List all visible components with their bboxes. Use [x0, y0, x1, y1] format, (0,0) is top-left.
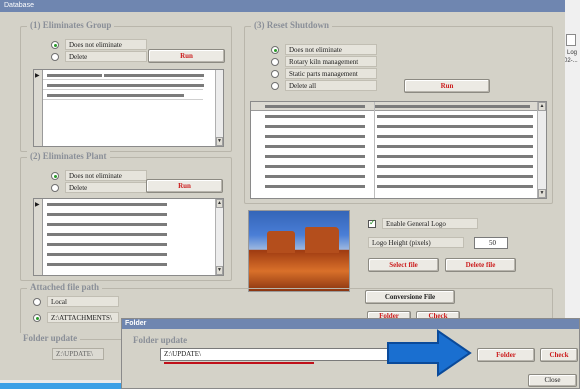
arrow-right-icon — [387, 329, 472, 377]
option-label: Local — [47, 296, 119, 307]
redacted-row — [104, 74, 204, 77]
group1-scrollbar[interactable]: ▼ — [215, 70, 223, 146]
logo-height-label: Logo Height (pixels) — [368, 237, 464, 248]
option-label: Rotary kiln management — [285, 56, 377, 67]
radio-icon[interactable] — [271, 81, 279, 90]
row-pointer-icon: ▶ — [35, 202, 40, 208]
desktop-label-line2: 02-... — [564, 58, 578, 64]
window-title: Database — [4, 2, 34, 9]
radio-icon[interactable] — [271, 69, 279, 78]
checkbox-icon[interactable] — [368, 218, 376, 228]
radio-icon[interactable] — [271, 57, 279, 66]
attached-option-path[interactable]: Z:\ATTACHMENTS\ — [33, 312, 119, 323]
group3-scrollbar[interactable]: ▲ ▼ — [537, 102, 546, 198]
option-label: Static parts management — [285, 68, 377, 79]
folder-dialog-path-input[interactable]: Z:\UPDATE\ — [160, 348, 396, 361]
grid-row-header — [34, 199, 43, 275]
redacted-row — [47, 84, 204, 87]
folder-dialog: Folder Folder update Z:\UPDATE\ Folder C… — [121, 318, 580, 389]
redacted-row — [265, 105, 365, 108]
group2-scrollbar[interactable]: ▲ ▼ — [215, 199, 223, 275]
desktop-label-line1: i Log — [564, 50, 578, 56]
group3-option-static[interactable]: Static parts management — [271, 68, 377, 79]
group1-panel: (1) Eliminates Group Does not eliminate … — [20, 20, 232, 152]
option-label: Delete — [65, 51, 147, 62]
path-underline — [164, 362, 314, 364]
folder-update-path-bg[interactable]: Z:\UPDATE\ — [52, 348, 104, 360]
group2-panel: (2) Eliminates Plant Does not eliminate … — [20, 151, 232, 281]
group2-grid[interactable]: ▶ ▲ ▼ — [33, 198, 224, 276]
scroll-up-icon[interactable]: ▲ — [538, 102, 546, 111]
group2-option-delete[interactable]: Delete — [51, 182, 147, 193]
option-label: Does not eliminate — [65, 170, 147, 181]
group1-grid[interactable]: ▶ ▼ — [33, 69, 224, 147]
group3-option-rotary[interactable]: Rotary kiln management — [271, 56, 377, 67]
group3-panel: (3) Reset Shutdown Does not eliminate Ro… — [244, 20, 553, 204]
select-file-button[interactable]: Select file — [368, 258, 439, 272]
row-pointer-icon: ▶ — [35, 73, 40, 79]
conversion-file-button[interactable]: Conversione File — [365, 290, 455, 304]
group1-option-not-eliminate[interactable]: Does not eliminate — [51, 39, 147, 50]
folder-dialog-close-button[interactable]: Close — [528, 374, 577, 387]
enable-logo-label: Enable General Logo — [382, 218, 478, 229]
radio-icon[interactable] — [33, 313, 41, 322]
radio-icon[interactable] — [51, 183, 59, 192]
scroll-up-icon[interactable]: ▲ — [216, 199, 223, 208]
group3-option-delete-all[interactable]: Delete all — [271, 80, 377, 91]
group1-option-delete[interactable]: Delete — [51, 51, 147, 62]
redacted-row — [47, 74, 102, 77]
group2-title: (2) Eliminates Plant — [27, 151, 110, 161]
group1-title: (1) Eliminates Group — [27, 20, 115, 30]
group3-run-button[interactable]: Run — [404, 79, 490, 93]
radio-icon[interactable] — [33, 297, 41, 306]
scroll-down-icon[interactable]: ▼ — [538, 189, 546, 198]
radio-icon[interactable] — [51, 171, 59, 180]
scroll-down-icon[interactable]: ▼ — [216, 137, 223, 146]
group1-run-button[interactable]: Run — [148, 49, 225, 63]
delete-file-button[interactable]: Delete file — [445, 258, 516, 272]
option-label: Does not eliminate — [65, 39, 147, 50]
logo-preview-image — [248, 210, 350, 292]
group3-title: (3) Reset Shutdown — [251, 20, 333, 30]
radio-icon[interactable] — [51, 40, 59, 49]
redacted-row — [375, 105, 530, 108]
group3-grid[interactable]: ▲ ▼ — [250, 101, 547, 199]
grid-row-header — [34, 70, 43, 146]
attached-path-field[interactable]: Z:\ATTACHMENTS\ — [47, 312, 119, 323]
option-label: Delete — [65, 182, 147, 193]
group2-run-button[interactable]: Run — [146, 179, 223, 193]
taskbar — [0, 383, 121, 389]
window-title-bar: Database — [0, 0, 565, 12]
document-icon[interactable] — [566, 34, 576, 46]
enable-logo-checkbox[interactable]: Enable General Logo — [368, 218, 478, 229]
radio-icon[interactable] — [51, 52, 59, 61]
folder-dialog-check-button[interactable]: Check — [540, 348, 578, 362]
folder-dialog-section-title: Folder update — [133, 335, 188, 345]
option-label: Delete all — [285, 80, 377, 91]
group3-option-not-eliminate[interactable]: Does not eliminate — [271, 44, 377, 55]
attached-option-local[interactable]: Local — [33, 296, 119, 307]
redacted-row — [47, 94, 184, 97]
folder-dialog-title: Folder — [122, 319, 579, 329]
group2-option-not-eliminate[interactable]: Does not eliminate — [51, 170, 147, 181]
radio-icon[interactable] — [271, 45, 279, 54]
attached-title: Attached file path — [27, 282, 102, 292]
folder-dialog-folder-button[interactable]: Folder — [477, 348, 535, 362]
folder-update-title-bg: Folder update — [20, 333, 81, 343]
scroll-down-icon[interactable]: ▼ — [216, 266, 223, 275]
logo-height-input[interactable]: 50 — [474, 237, 508, 249]
option-label: Does not eliminate — [285, 44, 377, 55]
